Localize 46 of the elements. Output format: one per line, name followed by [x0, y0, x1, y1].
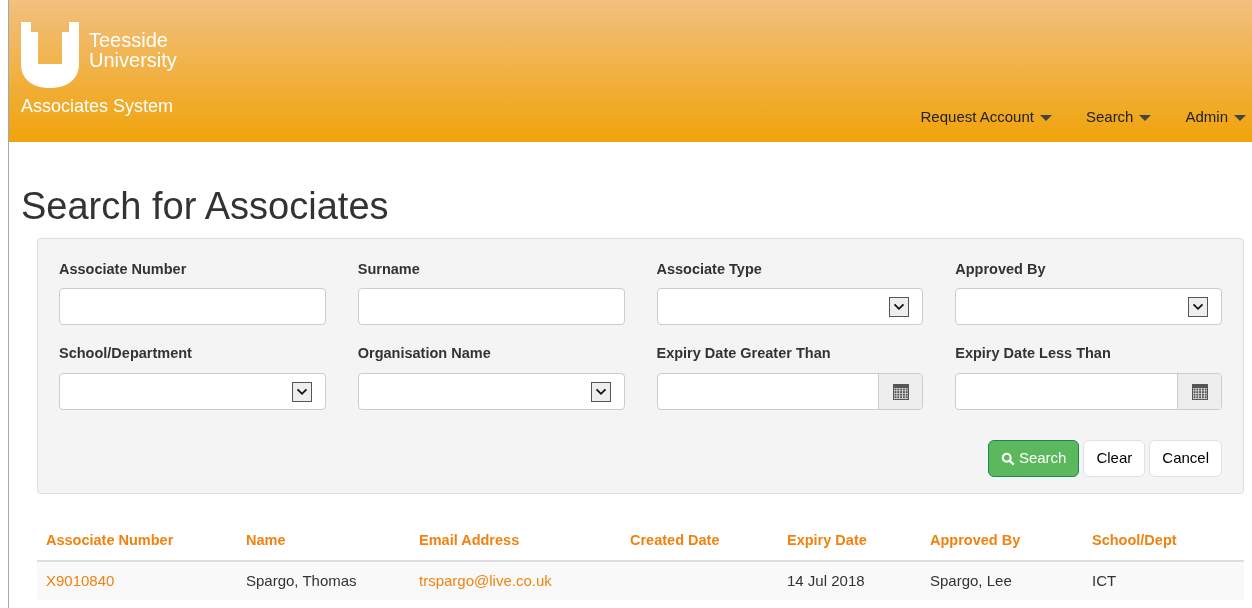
dropdown-field[interactable]: [357, 373, 625, 411]
search-button[interactable]: Search: [987, 440, 1080, 478]
nav-dropdown[interactable]: Request Account: [920, 105, 1052, 128]
column-header[interactable]: Approved By: [930, 530, 1092, 552]
table-cell: 14 Jul 2018: [787, 571, 865, 589]
calendar-icon[interactable]: [892, 383, 909, 400]
dropdown-field[interactable]: [656, 288, 924, 326]
field-label: School/Department: [59, 344, 193, 364]
table-link[interactable]: trspargo@live.co.uk: [419, 571, 552, 589]
field-label: Expiry Date Less Than: [955, 344, 1112, 364]
text-field[interactable]: [357, 288, 625, 326]
column-header[interactable]: Expiry Date: [787, 530, 930, 552]
column-header[interactable]: School/Dept: [1092, 530, 1232, 552]
field-label: Associate Number: [59, 259, 188, 279]
field-label: Approved By: [955, 259, 1047, 279]
field-label: Associate Type: [656, 259, 763, 279]
calendar-icon[interactable]: [1191, 383, 1208, 400]
logo-text: Teesside: [89, 30, 169, 50]
action-button[interactable]: Cancel: [1149, 440, 1222, 478]
column-header[interactable]: Created Date: [630, 530, 787, 552]
university-logo-icon: [21, 22, 79, 88]
date-field[interactable]: [656, 373, 924, 411]
date-field[interactable]: [955, 373, 1222, 411]
action-button[interactable]: Clear: [1083, 440, 1146, 478]
column-header[interactable]: Name: [246, 530, 419, 552]
dropdown-field[interactable]: [955, 288, 1222, 326]
logo-text: University: [89, 50, 177, 70]
caret-icon: [1039, 114, 1052, 121]
field-label: Organisation Name: [357, 344, 492, 364]
search-icon: [1000, 451, 1015, 466]
page-title: Search for Associates: [21, 184, 390, 229]
text-field[interactable]: [59, 288, 326, 326]
column-header[interactable]: Email Address: [419, 530, 630, 552]
table-cell: Spargo, Thomas: [246, 571, 357, 589]
dropdown-field[interactable]: [59, 373, 326, 411]
nav-dropdown[interactable]: Search: [1085, 105, 1152, 128]
nav-dropdown[interactable]: Admin: [1185, 105, 1246, 128]
column-header[interactable]: Associate Number: [37, 530, 246, 552]
caret-icon: [1139, 114, 1152, 121]
system-name: Associates System: [21, 95, 174, 118]
field-label: Expiry Date Greater Than: [656, 344, 832, 364]
table-cell: ICT: [1092, 571, 1117, 589]
caret-icon: [1234, 114, 1246, 121]
table-cell: Spargo, Lee: [930, 571, 1012, 589]
table-link[interactable]: X9010840: [46, 571, 115, 589]
field-label: Surname: [357, 259, 421, 279]
